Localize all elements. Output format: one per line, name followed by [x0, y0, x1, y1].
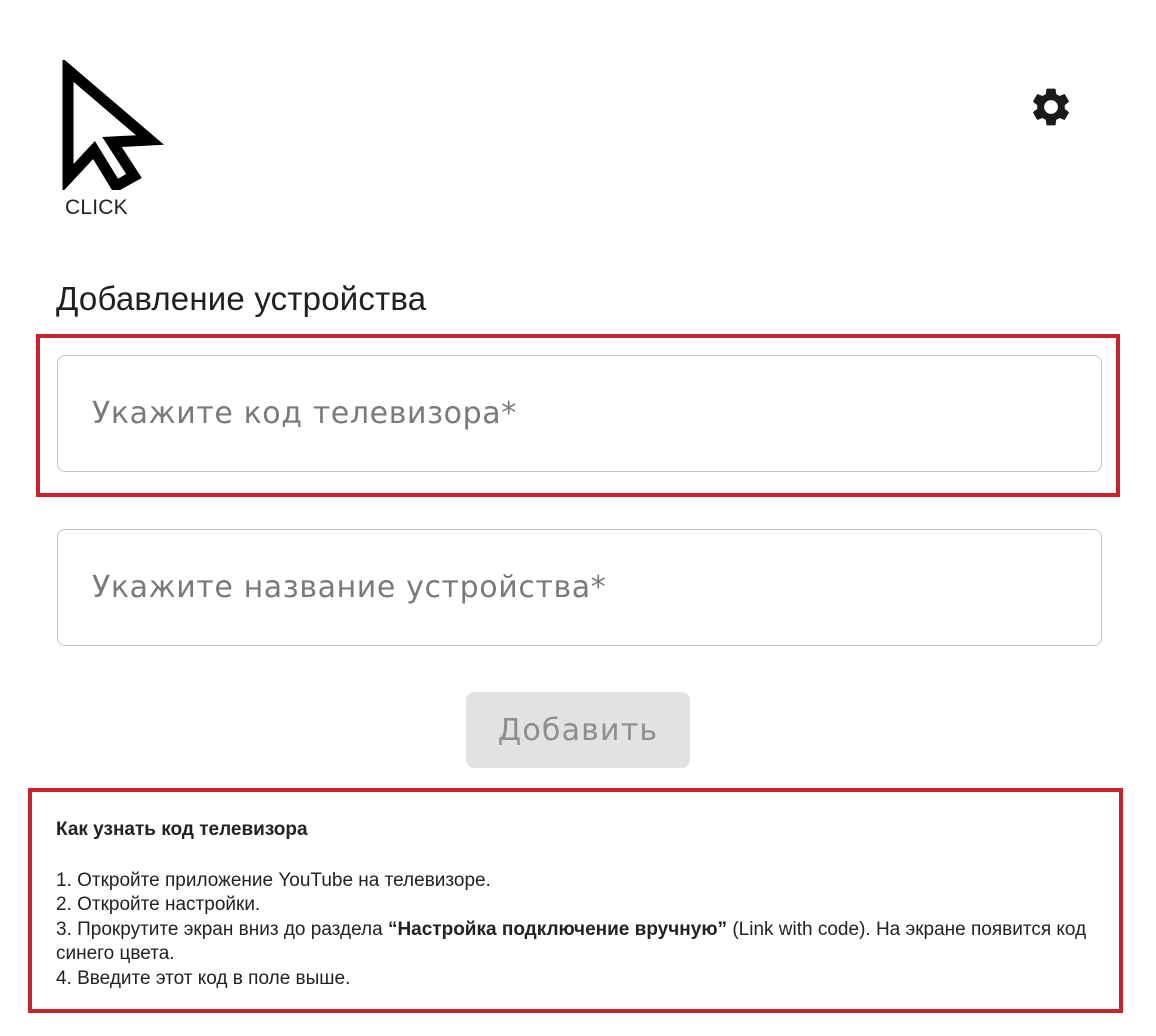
help-step-2: 2. Откройте настройки. [56, 894, 261, 915]
help-step-3: 3. Прокрутите экран вниз до раздела “Нас… [56, 918, 1106, 967]
help-section: Как узнать код телевизора 1. Откройте пр… [56, 818, 1106, 991]
tv-code-input[interactable] [58, 396, 1101, 431]
help-step-3-bold: “Настройка подключение вручную” [387, 918, 728, 940]
help-step-1: 1. Откройте приложение YouTube на телеви… [56, 869, 491, 891]
device-name-input[interactable] [58, 570, 1101, 605]
tv-code-field[interactable] [57, 355, 1102, 472]
click-logo: CLICK [58, 60, 168, 225]
cursor-arrow-icon [62, 60, 165, 190]
page-title: Добавление устройства [56, 280, 427, 317]
help-title: Как узнать код телевизора [56, 819, 308, 840]
add-button[interactable]: Добавить [466, 692, 690, 768]
gear-icon [1033, 88, 1069, 126]
logo-label: CLICK [65, 196, 128, 219]
help-step-3-prefix: 3. Прокрутите экран вниз до раздела [56, 918, 388, 940]
device-name-field[interactable] [57, 529, 1102, 646]
help-step-4: 4. Введите этот код в поле выше. [56, 967, 351, 989]
settings-button[interactable] [1028, 84, 1074, 130]
